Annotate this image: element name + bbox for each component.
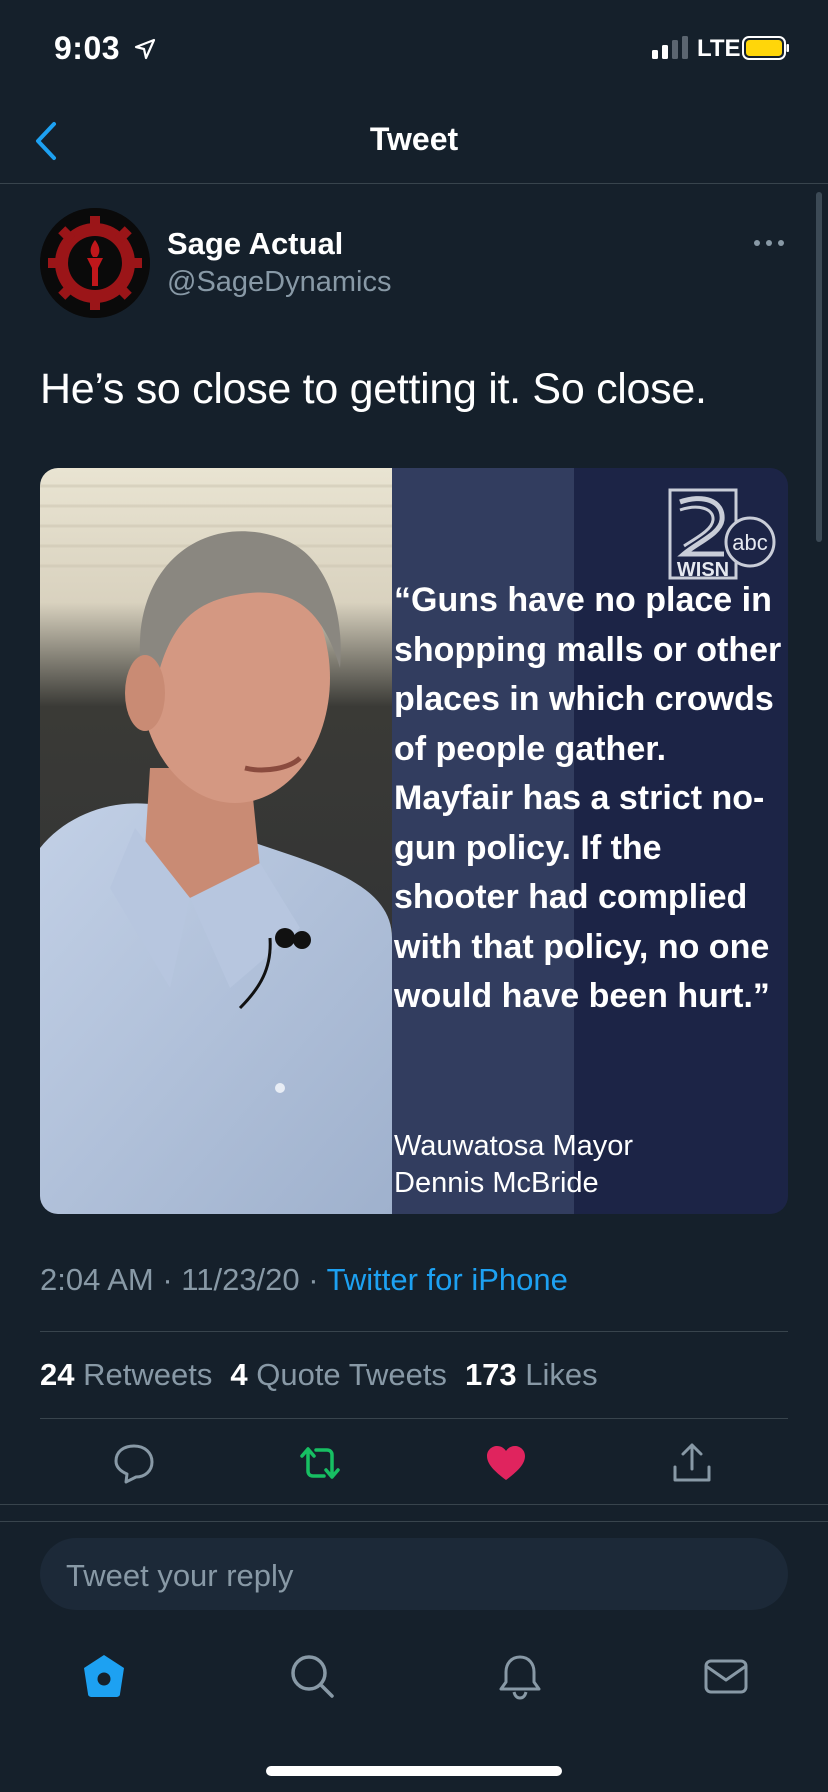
logo-badge: abc xyxy=(732,530,767,555)
attribution-line-1: Wauwatosa Mayor xyxy=(394,1130,634,1162)
status-time: 9:03 xyxy=(54,30,121,66)
notifications-bell-icon[interactable] xyxy=(496,1652,544,1700)
retweets-count: 24 xyxy=(40,1357,75,1392)
likes-label: Likes xyxy=(525,1357,598,1392)
tweet-text: He’s so close to getting it. So close. xyxy=(40,365,707,413)
cellular-signal-icon xyxy=(652,36,688,59)
likes-count: 173 xyxy=(464,1357,517,1392)
reply-placeholder: Tweet your reply xyxy=(66,1558,294,1593)
tweet-meta: 2:04 AM · 11/23/20 · Twitter for iPhone xyxy=(40,1262,568,1298)
likes-stat[interactable]: 173 Likes xyxy=(465,1357,598,1392)
network-type: LTE xyxy=(697,35,741,62)
tweet-media-image[interactable]: abc WISN “Guns have no place in shopping… xyxy=(40,468,788,1214)
portrait-photo xyxy=(40,468,392,1214)
tweet-source-link[interactable]: Twitter for iPhone xyxy=(327,1262,568,1297)
attribution-line-2: Dennis McBride xyxy=(394,1167,599,1199)
gear-torch-logo-icon xyxy=(40,208,150,318)
like-heart-icon[interactable] xyxy=(484,1441,528,1485)
home-icon[interactable] xyxy=(80,1652,128,1700)
actions-divider xyxy=(0,1504,828,1505)
image-quote-text: “Guns have no place in shopping malls or… xyxy=(394,581,782,1015)
reply-icon[interactable] xyxy=(112,1441,156,1485)
reply-input[interactable]: Tweet your reply xyxy=(40,1538,788,1610)
display-name[interactable]: Sage Actual xyxy=(167,226,343,262)
messages-mail-icon[interactable] xyxy=(702,1652,750,1700)
meta-divider xyxy=(40,1331,788,1332)
scrollbar-thumb[interactable] xyxy=(816,192,822,542)
retweets-label: Retweets xyxy=(83,1357,213,1392)
page-title: Tweet xyxy=(369,121,459,157)
quote-tweets-label: Quote Tweets xyxy=(256,1357,447,1392)
home-indicator[interactable] xyxy=(266,1766,562,1776)
retweet-icon[interactable] xyxy=(298,1441,342,1485)
battery-icon xyxy=(742,36,789,60)
user-handle[interactable]: @SageDynamics xyxy=(167,266,391,299)
retweets-stat[interactable]: 24 Retweets xyxy=(40,1357,212,1392)
stats-divider xyxy=(40,1418,788,1419)
reply-bar-divider xyxy=(0,1521,828,1522)
location-arrow-icon xyxy=(134,38,156,60)
wisn-abc-logo: abc WISN xyxy=(668,488,776,581)
more-options-icon[interactable] xyxy=(752,228,786,258)
tweet-stats: 24 Retweets 4 Quote Tweets 173 Likes xyxy=(40,1357,598,1393)
quote-tweets-count: 4 xyxy=(230,1357,248,1392)
avatar[interactable] xyxy=(40,208,150,318)
tweet-timestamp: 2:04 AM · 11/23/20 · xyxy=(40,1262,327,1297)
share-icon[interactable] xyxy=(670,1441,714,1485)
search-icon[interactable] xyxy=(288,1652,336,1700)
quote-tweets-stat[interactable]: 4 Quote Tweets xyxy=(230,1357,447,1392)
nav-divider xyxy=(0,183,828,184)
image-attribution: Wauwatosa Mayor Dennis McBride xyxy=(394,1128,774,1202)
